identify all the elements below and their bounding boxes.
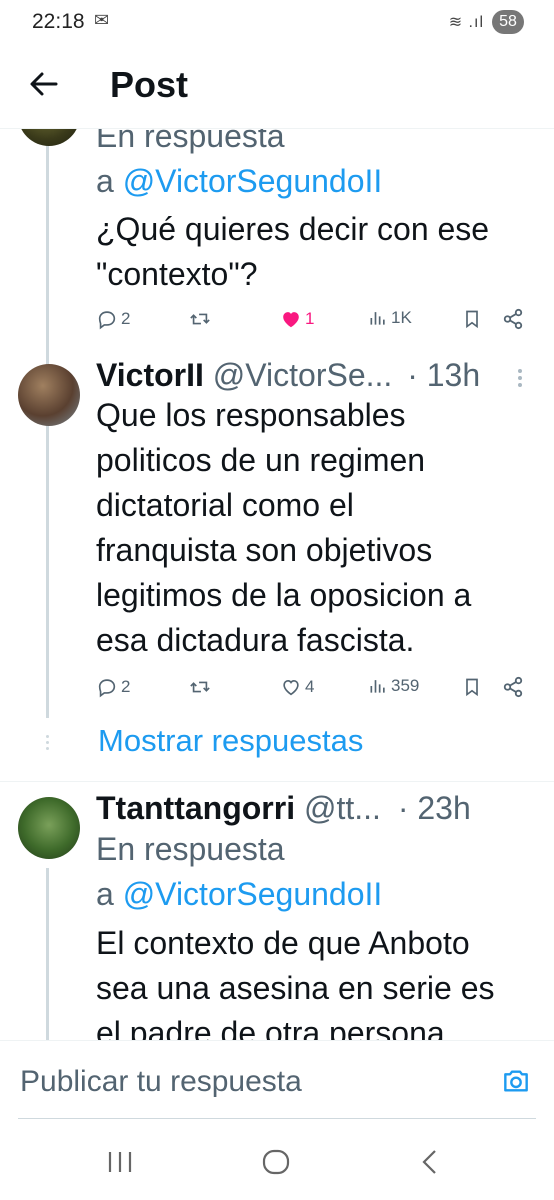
top-app-bar: Post [0, 44, 554, 129]
avatar[interactable] [18, 364, 80, 426]
heart-icon [283, 679, 299, 696]
tweet-text-line: franquista son objetivos [96, 532, 433, 568]
mention-link[interactable]: @VictorSegundoII [123, 876, 383, 912]
status-bar: 22:18 ✉ ≋ .ıl 58 [0, 0, 554, 44]
author-handle[interactable]: @VictorSe... [213, 357, 393, 393]
views-icon [370, 680, 385, 693]
mail-icon: ✉ [94, 10, 110, 30]
divider [0, 781, 554, 782]
author-handle[interactable]: @tt... [304, 790, 381, 826]
reply-input-placeholder[interactable]: Publicar tu respuesta [20, 1065, 302, 1099]
avatar[interactable] [18, 797, 80, 859]
retweet-button[interactable] [188, 676, 212, 698]
bookmark-button[interactable] [462, 308, 482, 330]
recent-apps-icon[interactable] [106, 1150, 134, 1174]
tweet-text-line: dictatorial como el [96, 487, 354, 523]
share-icon [503, 308, 523, 330]
tweet-text-line: Que los responsables [96, 397, 406, 433]
like-count: 1 [305, 309, 315, 328]
reply-context-prefix: En respuesta [96, 831, 285, 867]
battery-icon: 58 [492, 10, 524, 34]
tweet-text-line: "contexto"? [96, 256, 258, 292]
share-button[interactable] [502, 308, 524, 330]
tweet-text-line: sea una asesina en serie es [96, 970, 495, 1006]
signal-icon: ≋ .ıl [448, 14, 484, 31]
comment-icon [98, 311, 116, 330]
more-options-icon[interactable] [518, 366, 526, 390]
input-underline [18, 1118, 536, 1119]
tweet-text-line: politicos de un regimen [96, 442, 426, 478]
author-name[interactable]: Ttanttangorri [96, 790, 295, 826]
reply-context: a @VictorSegundoII [96, 872, 382, 917]
camera-icon[interactable] [500, 1065, 532, 1097]
heart-filled-icon [283, 312, 299, 328]
tweet-text-line: ¿Qué quieres decir con ese [96, 211, 490, 247]
reply-context: a @VictorSegundoII [96, 159, 382, 204]
comment-icon [98, 679, 116, 698]
system-nav-bar [0, 1120, 554, 1200]
tweet-actions: 2 4 359 [96, 676, 532, 706]
reply-count: 2 [121, 309, 131, 328]
back-nav-icon[interactable] [418, 1148, 442, 1176]
bookmark-icon [466, 678, 478, 697]
reply-button[interactable]: 2 [96, 676, 130, 698]
tweet-text-line: legitimos de la oposicion a [96, 577, 472, 613]
status-time: 22:18 [32, 10, 85, 33]
views-button[interactable]: 359 [368, 676, 419, 696]
views-button[interactable]: 1K [368, 308, 412, 328]
thread-line [46, 868, 49, 1040]
bookmark-button[interactable] [462, 676, 482, 698]
retweet-icon [190, 681, 210, 693]
retweet-button[interactable] [188, 308, 212, 330]
mention-link[interactable]: @VictorSegundoII [123, 163, 383, 199]
like-count: 4 [305, 677, 315, 696]
home-icon[interactable] [262, 1149, 290, 1175]
bookmark-icon [466, 310, 478, 329]
tweet-actions: 2 1 1K [96, 308, 532, 338]
tweet-text-line: El contexto de que Anboto [96, 925, 470, 961]
page-title: Post [110, 64, 189, 105]
thread-dots [46, 732, 49, 753]
share-icon [503, 676, 523, 698]
tweet-text-line: el padre de otra persona [96, 1015, 445, 1040]
reply-count: 2 [121, 677, 131, 696]
reply-composer[interactable]: Publicar tu respuesta [0, 1040, 554, 1121]
reply-context-a: a [96, 876, 114, 912]
like-button[interactable]: 4 [280, 676, 314, 698]
author-name[interactable]: VictorII [96, 357, 204, 393]
views-count: 1K [391, 308, 412, 327]
like-button[interactable]: 1 [280, 308, 314, 330]
back-arrow-icon[interactable] [24, 64, 64, 104]
tweet-text-line: esa dictadura fascista. [96, 622, 415, 658]
reply-button[interactable]: 2 [96, 308, 130, 330]
show-replies-link[interactable]: Mostrar respuestas [98, 723, 363, 759]
reply-context-a: a [96, 163, 114, 199]
retweet-icon [190, 313, 210, 325]
views-icon [370, 312, 385, 325]
post-thread: En respuesta a @VictorSegundoII ¿Qué qui… [0, 0, 554, 1040]
tweet-author-row: VictorII @VictorSe... · 13h [96, 353, 480, 398]
tweet-time: · 13h [407, 357, 481, 393]
tweet-author-row: Ttanttangorri @tt... · 23h [96, 786, 471, 831]
views-count: 359 [391, 676, 420, 695]
tweet-time: · 23h [397, 790, 471, 826]
share-button[interactable] [502, 676, 524, 698]
